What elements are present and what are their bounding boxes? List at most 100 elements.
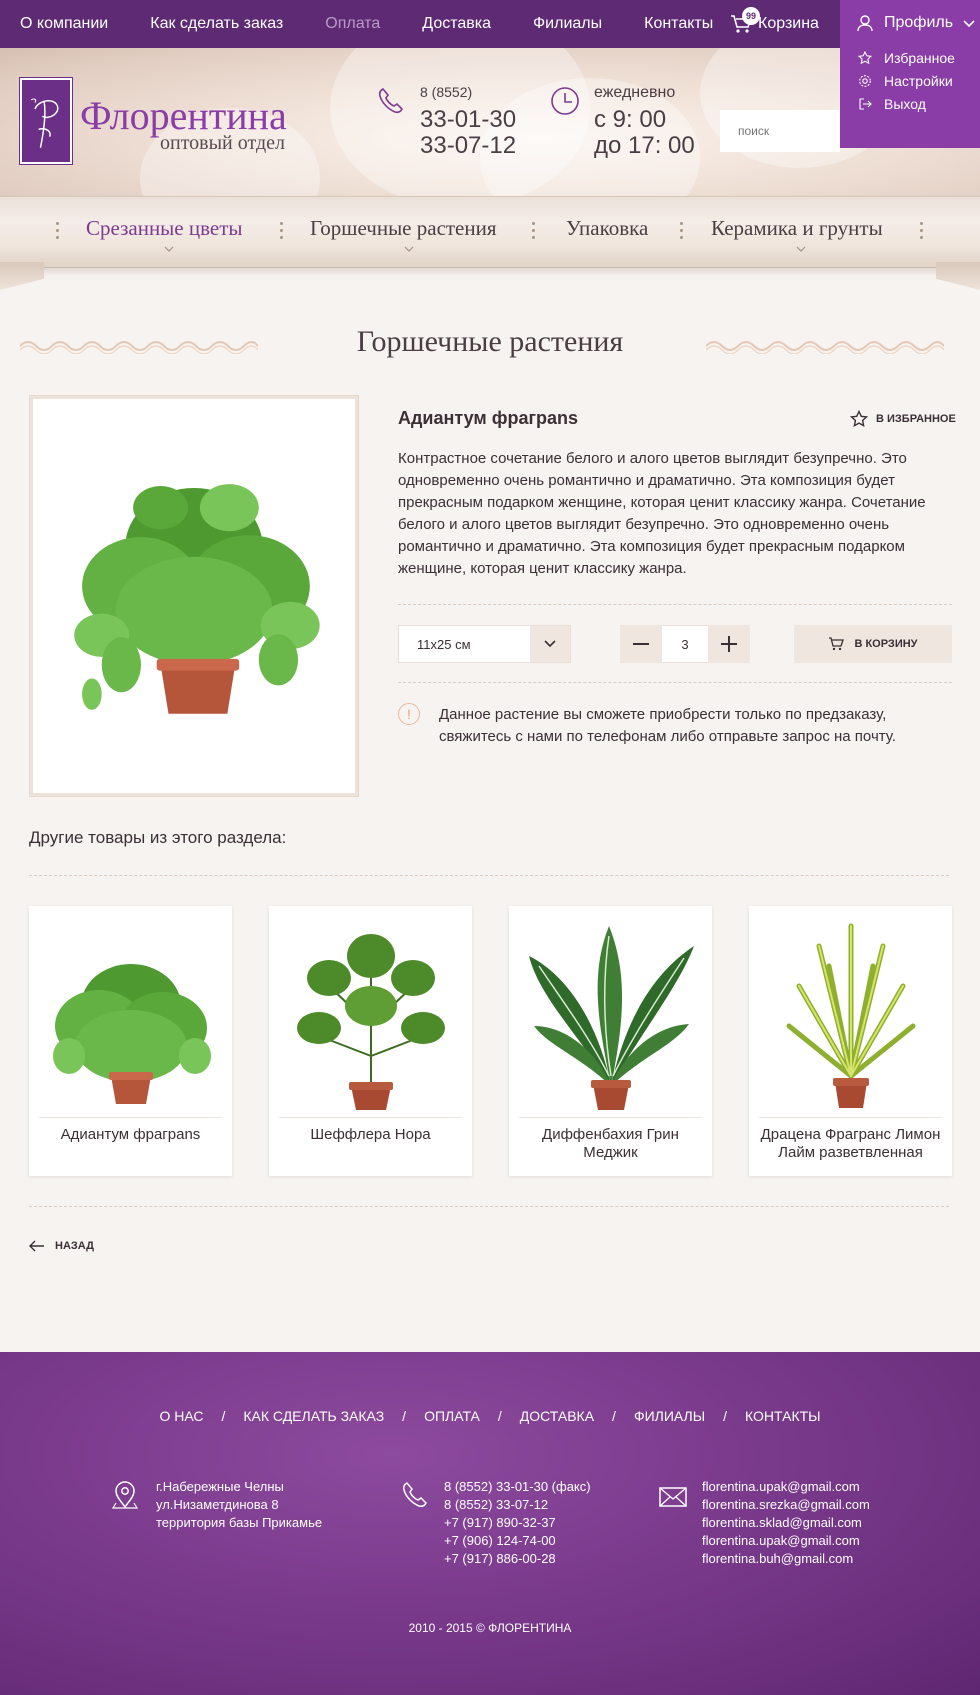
cart-link[interactable]: 99 Корзина: [730, 0, 819, 48]
cart-icon: [829, 637, 845, 651]
dracaena-plant-image: [786, 923, 916, 1108]
card-title: Диффенбахия Грин Меджик: [542, 1126, 679, 1161]
footer-phone[interactable]: 8 (8552) 33-01-30 (факс): [444, 1478, 591, 1496]
footer-nav-delivery[interactable]: ДОСТАВКА: [520, 1408, 594, 1424]
footer-nav-about[interactable]: О НАС: [159, 1408, 203, 1424]
category-ceramics[interactable]: Керамика и грунты: [711, 216, 883, 241]
category-separator: [532, 222, 535, 240]
card-divider: [39, 1117, 222, 1118]
back-label: НАЗАД: [55, 1240, 94, 1252]
divider: [398, 682, 952, 683]
chevron-down-icon: [963, 20, 975, 28]
category-cut-flowers[interactable]: Срезанные цветы: [86, 216, 243, 241]
card-divider: [759, 1117, 942, 1118]
star-icon: [858, 50, 872, 64]
phone-icon: [378, 88, 403, 114]
minus-icon: [633, 643, 649, 645]
footer-email[interactable]: florentina.buh@gmail.com: [702, 1550, 870, 1568]
footer-phone[interactable]: 8 (8552) 33-07-12: [444, 1496, 591, 1514]
logout-icon: [859, 97, 872, 110]
ribbon-fold-right: [936, 262, 980, 290]
top-nav: О компании Как сделать заказ Оплата Дост…: [0, 0, 713, 48]
product-card[interactable]: Адиантум фраграns: [29, 906, 232, 1176]
product-image[interactable]: [30, 396, 358, 796]
add-to-favorites-button[interactable]: В ИЗБРАННОЕ: [850, 410, 956, 428]
arrow-left-icon: [29, 1240, 44, 1252]
footer-nav-contacts[interactable]: КОНТАКТЫ: [745, 1408, 821, 1424]
star-icon: [850, 410, 868, 428]
topnav-item-how-to-order[interactable]: Как сделать заказ: [150, 0, 283, 48]
size-select[interactable]: 11х25 см: [398, 625, 571, 663]
logo-mark[interactable]: [20, 78, 72, 164]
related-section-title: Другие товары из этого раздела:: [29, 828, 287, 847]
select-dropdown-button[interactable]: [530, 626, 570, 662]
footer-phones: 8 (8552) 33-01-30 (факс) 8 (8552) 33-07-…: [444, 1478, 591, 1568]
footer-email[interactable]: florentina.srezka@gmail.com: [702, 1496, 870, 1514]
category-packaging[interactable]: Упаковка: [566, 216, 648, 241]
category-separator: [680, 222, 683, 240]
product-card[interactable]: Шеффлера Нора: [269, 906, 472, 1176]
category-potted-plants[interactable]: Горшечные растения: [310, 216, 497, 241]
footer-phone[interactable]: +7 (917) 890-32-37: [444, 1514, 591, 1532]
footer-nav-branches[interactable]: ФИЛИАЛЫ: [634, 1408, 705, 1424]
increment-button[interactable]: [708, 625, 750, 663]
footer-phone[interactable]: +7 (906) 124-74-00: [444, 1532, 591, 1550]
divider: [29, 875, 949, 876]
quantity-value[interactable]: 3: [662, 625, 708, 663]
topnav-item-branches[interactable]: Филиалы: [533, 0, 602, 48]
topnav-item-payment[interactable]: Оплата: [325, 0, 380, 48]
add-to-cart-button[interactable]: В КОРЗИНУ: [794, 625, 952, 663]
topnav-item-about[interactable]: О компании: [20, 0, 108, 48]
search-input[interactable]: [720, 110, 840, 152]
site-footer: О НАС / КАК СДЕЛАТЬ ЗАКАЗ / ОПЛАТА / ДОС…: [0, 1352, 980, 1695]
back-link[interactable]: НАЗАД: [29, 1240, 94, 1252]
footer-nav-separator: /: [723, 1408, 728, 1424]
hours-open: с 9: 00: [594, 106, 667, 133]
preorder-notice: Данное растение вы сможете приобрести то…: [439, 706, 896, 745]
address-line: ул.Низаметдинова 8: [156, 1497, 279, 1512]
fern-plant-image: [74, 484, 320, 714]
profile-menu-label: Избранное: [884, 49, 955, 66]
profile-menu-settings[interactable]: Настройки: [840, 69, 980, 92]
favorites-label: В ИЗБРАННОЕ: [876, 413, 956, 425]
footer-email[interactable]: florentina.upak@gmail.com: [702, 1478, 870, 1496]
brand-subtitle: оптовый отдел: [160, 132, 286, 154]
topnav-item-contacts[interactable]: Контакты: [644, 0, 713, 48]
envelope-icon: [659, 1487, 687, 1507]
footer-nav-how-to-order[interactable]: КАК СДЕЛАТЬ ЗАКАЗ: [243, 1408, 384, 1424]
card-divider: [519, 1117, 702, 1118]
profile-menu-favorites[interactable]: Избранное: [840, 46, 980, 69]
chevron-down-icon: [796, 246, 806, 252]
card-title: Адиантум фраграns: [60, 1126, 201, 1143]
decrement-button[interactable]: [620, 625, 662, 663]
phone-code: 8 (8552): [420, 84, 473, 100]
profile-label: Профиль: [884, 14, 954, 31]
footer-emails: florentina.upak@gmail.com florentina.sre…: [702, 1478, 870, 1568]
cart-icon: 99: [730, 7, 760, 34]
topnav-item-delivery[interactable]: Доставка: [422, 0, 491, 48]
hours-label: ежедневно: [594, 84, 676, 101]
footer-phone[interactable]: +7 (917) 886-00-28: [444, 1550, 591, 1568]
footer-nav-separator: /: [221, 1408, 226, 1424]
size-value: 11х25 см: [417, 636, 471, 652]
title-ornament-right: [706, 341, 944, 354]
footer-nav-payment[interactable]: ОПЛАТА: [424, 1408, 480, 1424]
phone-icon: [403, 1482, 427, 1507]
logo-monogram-icon: [30, 98, 59, 148]
product-card[interactable]: Диффенбахия Грин Меджик: [509, 906, 712, 1176]
profile-menu-logout[interactable]: Выход: [840, 92, 980, 115]
footer-nav-separator: /: [497, 1408, 502, 1424]
phone-number: 33-07-12: [420, 132, 517, 159]
profile-toggle[interactable]: Профиль: [840, 0, 980, 46]
footer-email[interactable]: florentina.upak@gmail.com: [702, 1532, 870, 1550]
copyright: 2010 - 2015 © ФЛОРЕНТИНА: [408, 1621, 572, 1635]
top-bar: О компании Как сделать заказ Оплата Дост…: [0, 0, 980, 48]
brand-name: Флорентина: [80, 93, 287, 138]
card-divider: [279, 1117, 462, 1118]
footer-nav-separator: /: [612, 1408, 616, 1424]
ribbon-fold-left: [0, 262, 44, 290]
card-title: Шеффлера Нора: [310, 1126, 431, 1143]
product-card[interactable]: Драцена Фрагранс Лимон Лайм разветвленна…: [749, 906, 952, 1176]
hours-close: до 17: 00: [594, 132, 695, 159]
footer-email[interactable]: florentina.sklad@gmail.com: [702, 1514, 870, 1532]
